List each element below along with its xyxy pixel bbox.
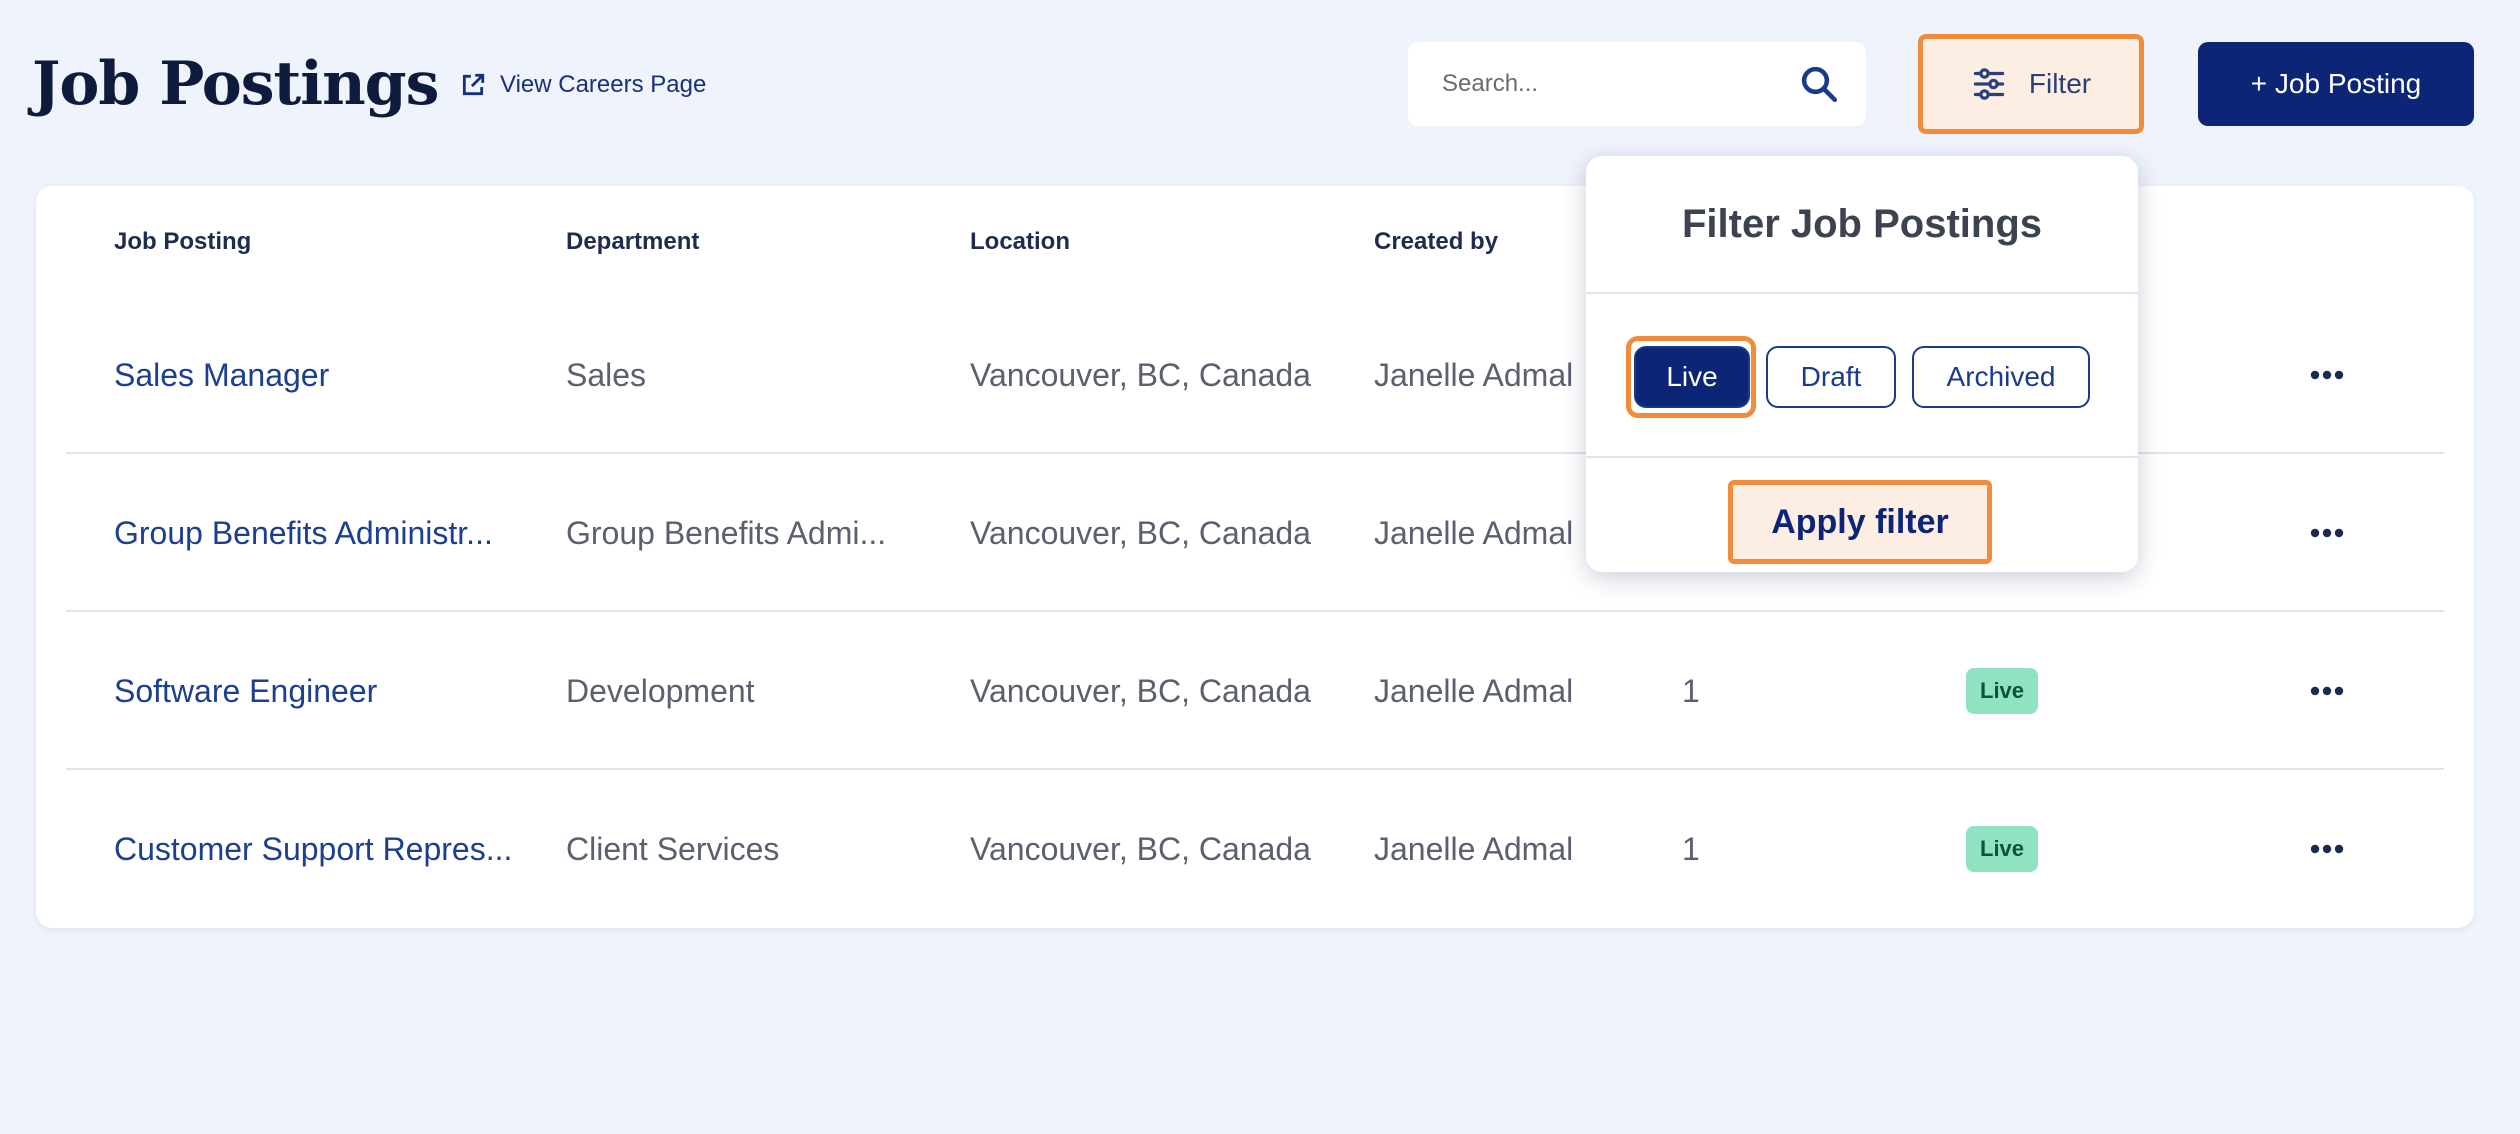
created-by-cell: Janelle Admal bbox=[1374, 356, 1574, 393]
department-cell: Development bbox=[566, 672, 755, 709]
more-horizontal-icon bbox=[2310, 370, 2344, 380]
column-header-department: Department bbox=[566, 228, 700, 255]
location-cell: Vancouver, BC, Canada bbox=[970, 672, 1311, 709]
department-cell: Sales bbox=[566, 356, 647, 393]
job-title-link[interactable]: Software Engineer bbox=[114, 612, 377, 770]
apply-filter-button[interactable]: Apply filter bbox=[1728, 480, 1992, 564]
table-row[interactable]: Software Engineer Development Vancouver,… bbox=[66, 612, 2444, 770]
created-by-cell: Janelle Admal bbox=[1374, 830, 1574, 867]
more-horizontal-icon bbox=[2310, 844, 2344, 854]
created-by-cell: Janelle Admal bbox=[1374, 514, 1574, 551]
column-header-job-posting: Job Posting bbox=[114, 228, 252, 255]
filter-option-live[interactable]: Live bbox=[1634, 346, 1750, 408]
column-header-created-by: Created by bbox=[1374, 228, 1499, 255]
external-link-icon bbox=[462, 73, 485, 96]
location-cell: Vancouver, BC, Canada bbox=[970, 514, 1311, 551]
location-cell: Vancouver, BC, Canada bbox=[970, 830, 1311, 867]
job-title-link[interactable]: Customer Support Repres... bbox=[114, 770, 512, 928]
add-job-posting-button[interactable]: + Job Posting bbox=[2198, 42, 2474, 126]
search-box[interactable] bbox=[1408, 42, 1866, 126]
filter-popover: Filter Job Postings Live Draft Archived … bbox=[1586, 156, 2138, 572]
department-cell: Group Benefits Admi... bbox=[566, 514, 887, 551]
status-cell: Live bbox=[1966, 612, 2039, 770]
filter-option-draft[interactable]: Draft bbox=[1766, 346, 1896, 408]
search-input[interactable] bbox=[1442, 70, 1798, 98]
view-careers-page-link[interactable]: View Careers Page bbox=[460, 68, 706, 102]
filter-button-label: Filter bbox=[2028, 68, 2092, 99]
filter-option-archived[interactable]: Archived bbox=[1912, 346, 2090, 408]
more-options-button[interactable] bbox=[2310, 612, 2344, 770]
filter-button[interactable]: Filter bbox=[1918, 34, 2144, 134]
department-cell: Client Services bbox=[566, 830, 780, 867]
status-badge: Live bbox=[1966, 826, 2039, 872]
page-title: Job Postings bbox=[32, 49, 439, 119]
table-row[interactable]: Customer Support Repres... Client Servic… bbox=[66, 770, 2444, 928]
column-header-location: Location bbox=[970, 228, 1070, 255]
more-options-button[interactable] bbox=[2310, 770, 2344, 928]
more-options-button[interactable] bbox=[2310, 296, 2344, 454]
more-horizontal-icon bbox=[2310, 528, 2344, 538]
filter-popover-title: Filter Job Postings bbox=[1586, 156, 2138, 294]
more-options-button[interactable] bbox=[2310, 454, 2344, 612]
location-cell: Vancouver, BC, Canada bbox=[970, 356, 1311, 393]
search-icon[interactable] bbox=[1798, 63, 1840, 105]
count-cell: 1 bbox=[1682, 830, 1700, 867]
job-title-link[interactable]: Sales Manager bbox=[114, 296, 329, 454]
count-cell: 1 bbox=[1682, 672, 1700, 709]
status-filter-group: Live Draft Archived bbox=[1586, 296, 2138, 458]
view-careers-page-label: View Careers Page bbox=[500, 71, 707, 98]
sliders-icon bbox=[1973, 68, 2005, 100]
created-by-cell: Janelle Admal bbox=[1374, 672, 1574, 709]
job-title-link[interactable]: Group Benefits Administr... bbox=[114, 454, 493, 612]
status-cell: Live bbox=[1966, 770, 2039, 928]
more-horizontal-icon bbox=[2310, 686, 2344, 696]
status-badge: Live bbox=[1966, 668, 2039, 714]
